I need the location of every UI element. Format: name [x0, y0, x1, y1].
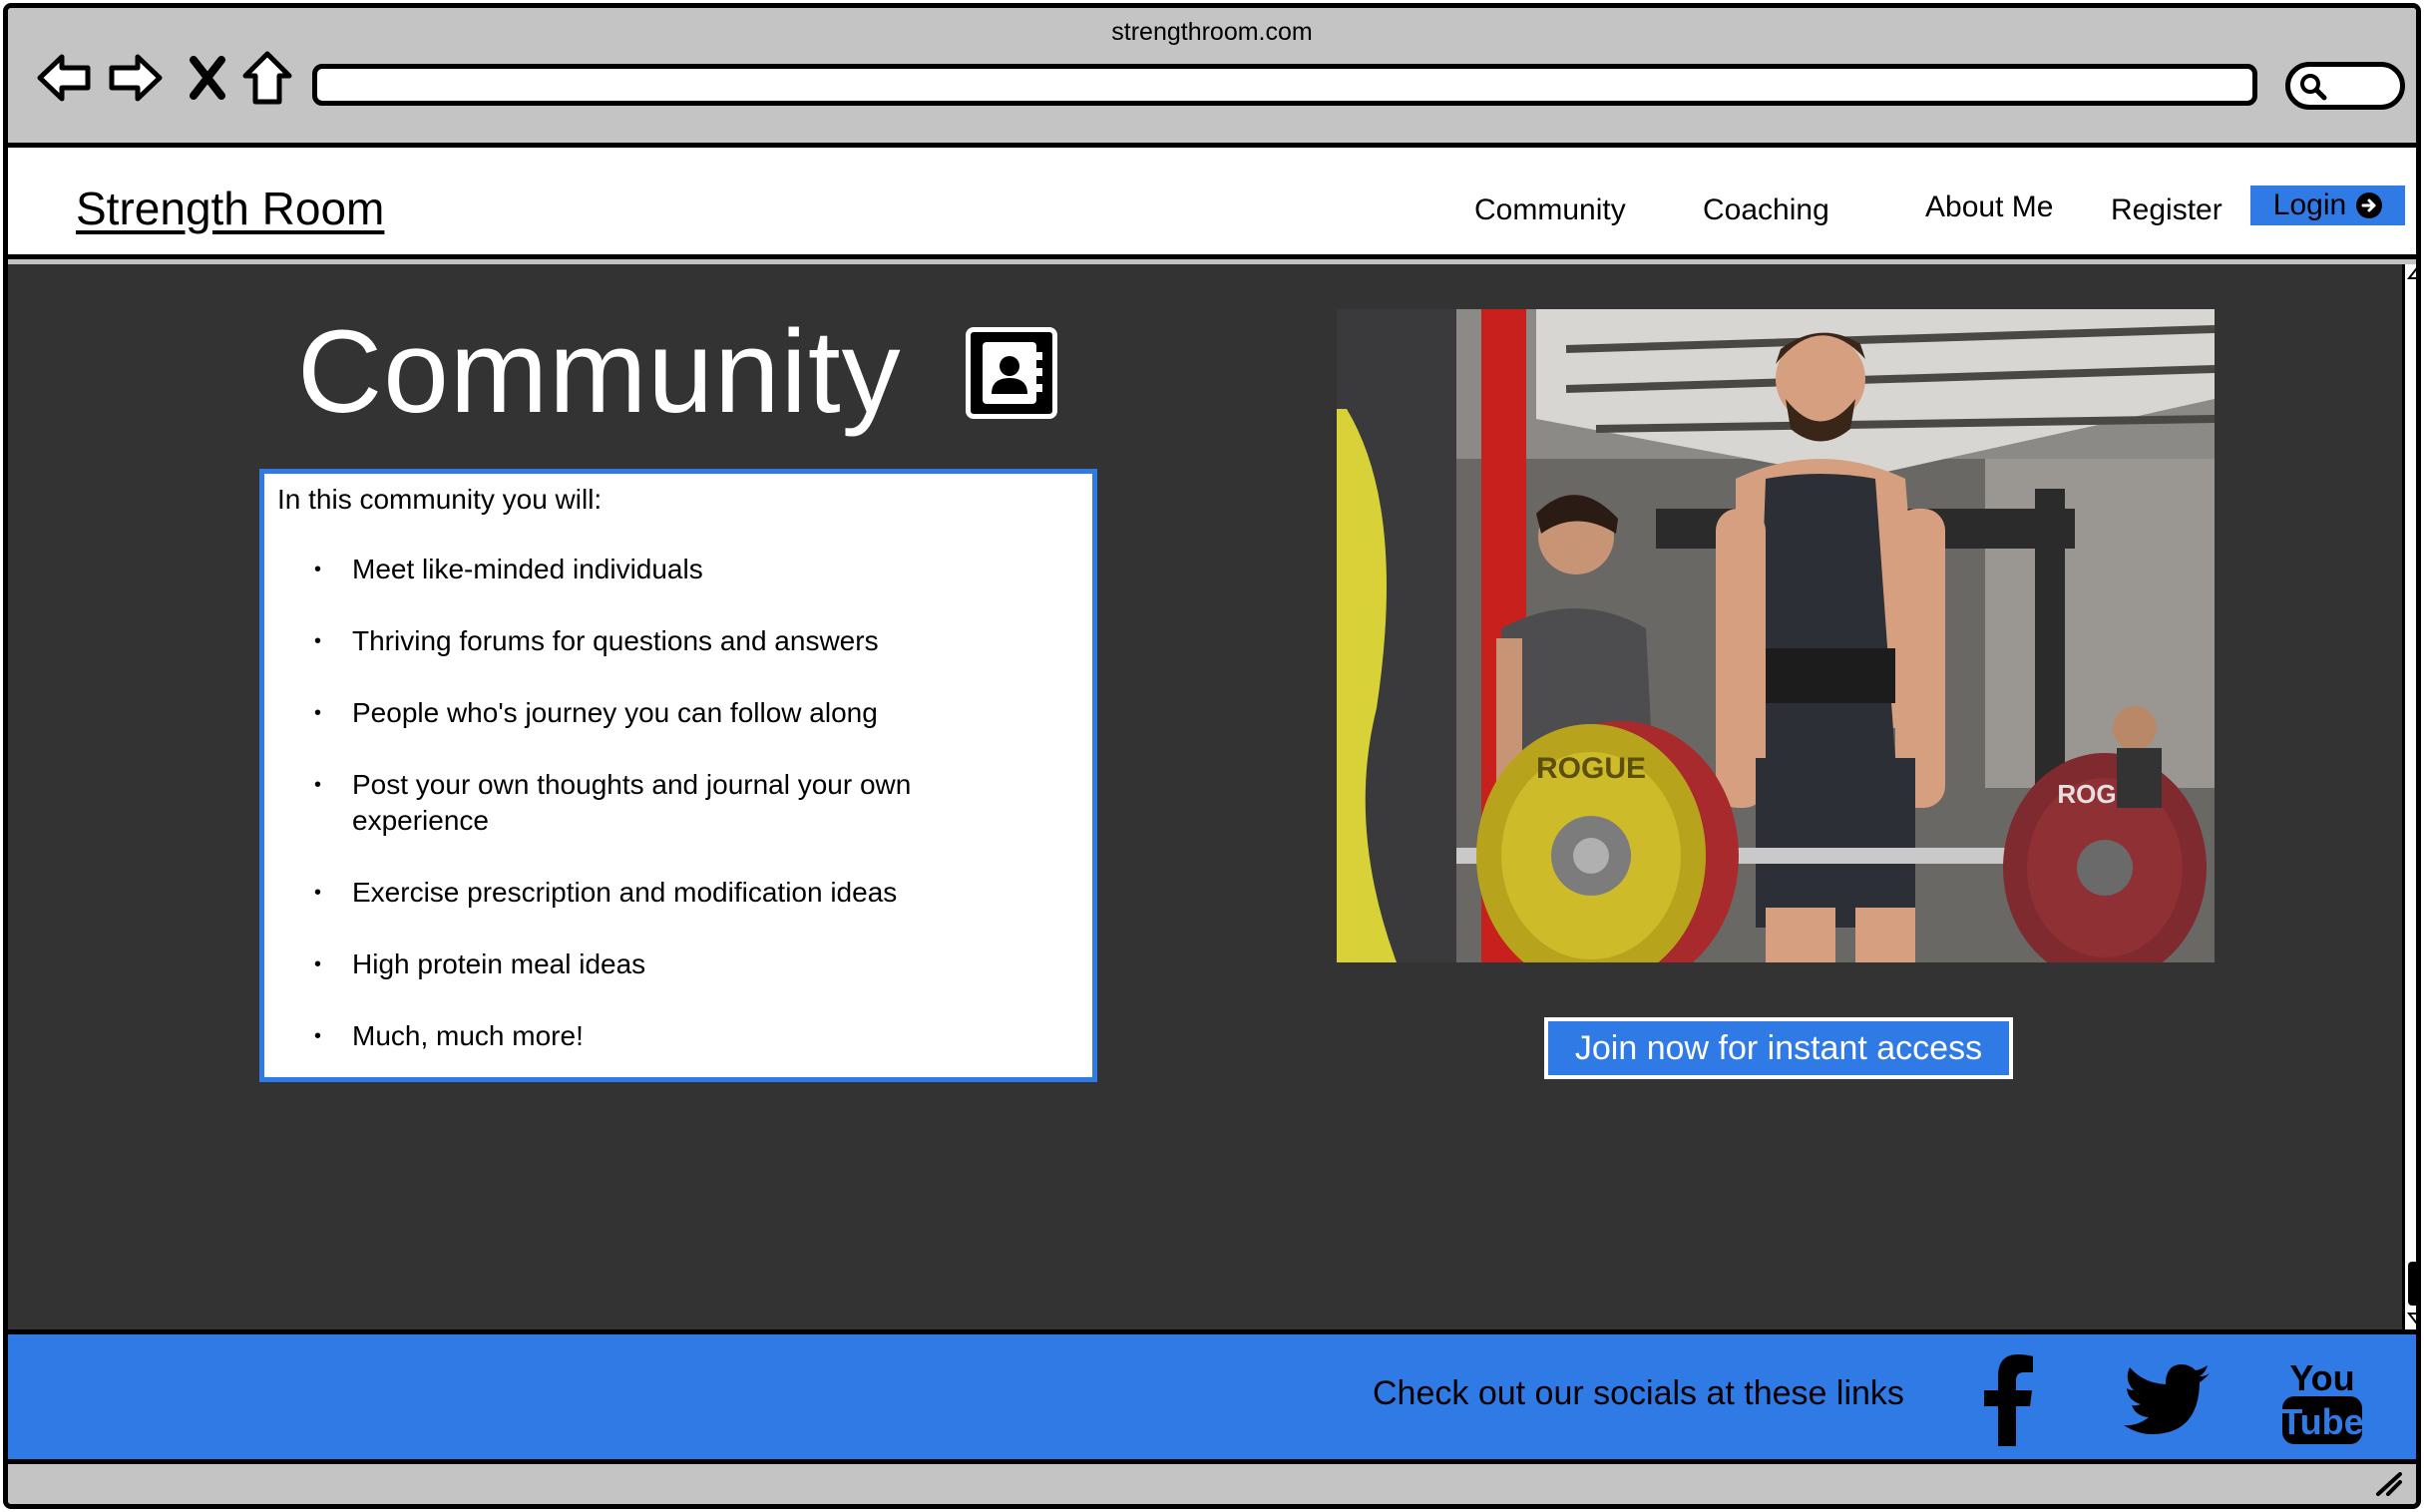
facebook-icon [1984, 1353, 2033, 1446]
feature-list: Meet like-minded individuals Thriving fo… [312, 552, 1050, 1090]
feature-item: Meet like-minded individuals [312, 552, 1050, 587]
resize-grip-icon[interactable] [2374, 1472, 2404, 1496]
nav-coaching[interactable]: Coaching [1703, 193, 1829, 227]
scroll-up-arrow-icon[interactable] [2406, 266, 2421, 280]
status-bar [8, 1464, 2416, 1504]
forward-arrow-icon [109, 54, 163, 102]
feature-item: People who's journey you can follow alon… [312, 695, 1050, 731]
feature-item: Exercise prescription and modification i… [312, 875, 1050, 911]
brand-logo[interactable]: Strength Room [76, 182, 384, 235]
footer-socials-text: Check out our socials at these links [1373, 1374, 1904, 1412]
close-x-icon [190, 56, 225, 100]
stop-button[interactable] [178, 48, 237, 108]
feature-item: Post your own thoughts and journal your … [312, 767, 1050, 839]
features-panel: In this community you will: Meet like-mi… [259, 469, 1097, 1082]
site-footer: Check out our socials at these links You… [8, 1329, 2416, 1464]
features-intro: In this community you will: [277, 484, 603, 515]
address-book-icon [966, 327, 1057, 419]
search-icon [2300, 74, 2327, 101]
youtube-icon: You Tube [2280, 1357, 2364, 1444]
login-label: Login [2272, 189, 2347, 221]
nav-about-me[interactable]: About Me [1925, 190, 2053, 224]
nav-community[interactable]: Community [1474, 193, 1626, 227]
feature-item: High protein meal ideas [312, 946, 1050, 982]
plate-logo-left: ROGUE [1536, 752, 1646, 785]
feature-item: Thriving forums for questions and answer… [312, 623, 1050, 659]
login-button[interactable]: Login [2250, 186, 2405, 225]
youtube-text-bottom: Tube [2280, 1401, 2363, 1442]
browser-title: strengthroom.com [1111, 18, 1313, 46]
vertical-scrollbar[interactable] [2402, 264, 2421, 1329]
arrow-right-circle-icon [2356, 192, 2383, 218]
address-bar[interactable] [312, 64, 2257, 106]
scroll-down-arrow-icon[interactable] [2406, 1312, 2421, 1325]
browser-chrome: strengthroom.com [8, 8, 2416, 148]
forward-button[interactable] [106, 48, 166, 108]
home-button[interactable] [237, 48, 297, 108]
nav-register[interactable]: Register [2111, 193, 2222, 227]
home-icon [242, 51, 292, 105]
back-button[interactable] [34, 48, 94, 108]
twitter-link[interactable] [2123, 1352, 2213, 1447]
scroll-thumb[interactable] [2408, 1262, 2416, 1306]
site-header: Strength Room Community Coaching About M… [8, 148, 2416, 259]
join-now-button[interactable]: Join now for instant access [1544, 1017, 2013, 1079]
facebook-link[interactable] [1978, 1352, 2038, 1447]
youtube-link[interactable]: You Tube [2277, 1352, 2367, 1447]
browser-search-field[interactable] [2285, 62, 2405, 110]
main-content: Community In this community you will: Me… [8, 264, 2402, 1329]
back-arrow-icon [37, 54, 91, 102]
twitter-icon [2124, 1363, 2210, 1434]
page-title: Community [297, 306, 902, 438]
deadlift-photo: ROGUE ROGUE [1337, 309, 2215, 962]
youtube-text-top: You [2289, 1357, 2354, 1398]
browser-window: strengthroom.com Strength Room Community… [3, 3, 2421, 1509]
feature-item: Much, much more! [312, 1018, 1050, 1054]
